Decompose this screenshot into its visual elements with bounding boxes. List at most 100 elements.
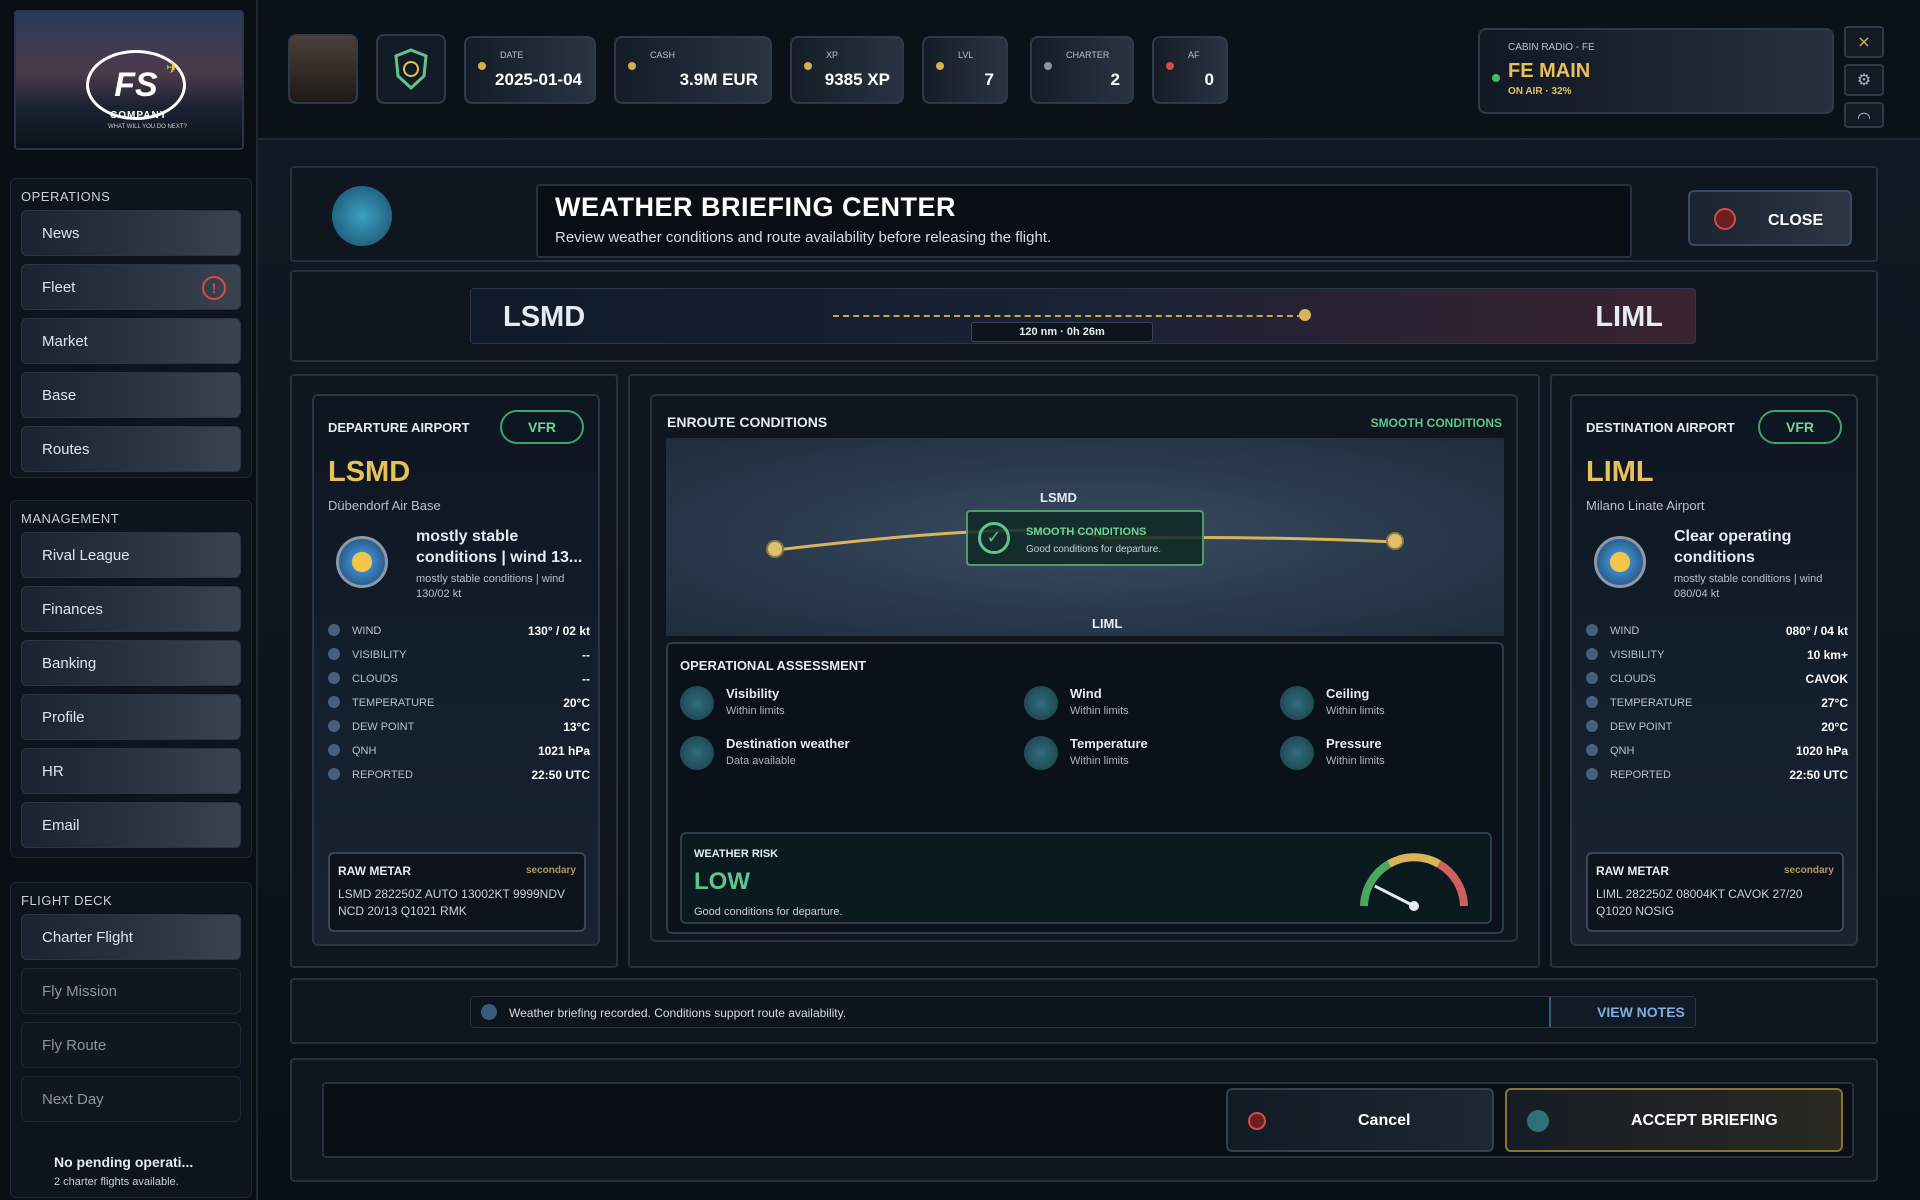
avatar[interactable] [288, 34, 358, 104]
gear-icon: ⚙ [1856, 70, 1872, 89]
sidebar-item-base[interactable]: Base [21, 372, 241, 418]
view-notes-label: VIEW NOTES [1597, 1004, 1685, 1020]
sidebar-item-fly-mission[interactable]: Fly Mission [21, 968, 241, 1014]
operational-assessment: OPERATIONAL ASSESSMENT Visibility Within … [666, 642, 1504, 934]
globe-icon [481, 1004, 497, 1020]
weather-row-wind: Wind 130° / 02 kt [328, 622, 590, 642]
radar-icon [680, 736, 714, 770]
radio-status: ON AIR · 32% [1508, 86, 1572, 97]
row-label: Clouds [352, 673, 398, 685]
close-button[interactable]: CLOSE [1688, 190, 1852, 246]
stat-charter: CHARTER 2 [1030, 36, 1134, 104]
user-button[interactable]: ◠ [1844, 102, 1884, 128]
route-aircraft-marker [1299, 309, 1311, 321]
row-value: 13°C [563, 720, 590, 734]
section-title: FLIGHT DECK [21, 893, 113, 908]
sidebar-item-fly-route[interactable]: Fly Route [21, 1022, 241, 1068]
settings-button[interactable]: ⚙ [1844, 64, 1884, 96]
row-value: 20°C [1821, 720, 1848, 734]
row-label: Temperature [1610, 697, 1693, 709]
stat-label: DATE [500, 50, 524, 60]
sidebar-item-finances[interactable]: Finances [21, 586, 241, 632]
route-map[interactable]: LSMD LIML ✓ SMOOTH CONDITIONS Good condi… [666, 438, 1504, 636]
stat-label: CASH [650, 50, 676, 60]
assessment-item: Temperature Within limits [1024, 734, 1244, 774]
sidebar-item-profile[interactable]: Profile [21, 694, 241, 740]
weather-row-dew-point: Dew point 20°C [1586, 718, 1848, 738]
metar-text: LIML 282250Z 08004KT CAVOK 27/20 Q1020 N… [1596, 887, 1803, 918]
satellite-dish-icon [332, 186, 392, 246]
map-label-departure: LSMD [1040, 490, 1077, 505]
weather-row-clouds: Clouds -- [328, 670, 590, 690]
row-value: -- [582, 648, 590, 662]
weather-row-visibility: Visibility -- [328, 646, 590, 666]
assessment-item: Pressure Within limits [1280, 734, 1500, 774]
stat-date: DATE 2025-01-04 [464, 36, 596, 104]
close-window-button[interactable]: × [1844, 26, 1884, 58]
clock-icon [1586, 768, 1598, 780]
sidebar-item-routes[interactable]: Routes [21, 426, 241, 472]
sidebar-item-market[interactable]: Market [21, 318, 241, 364]
droplet-icon [1586, 720, 1598, 732]
company-logo[interactable]: FS ✈ COMPANY WHAT WILL YOU DO NEXT? [14, 10, 244, 150]
shield-icon[interactable] [376, 34, 446, 104]
stat-level: LVL 7 [922, 36, 1008, 104]
sidebar-item-charter-flight[interactable]: Charter Flight [21, 914, 241, 960]
view-notes-button[interactable]: VIEW NOTES [1549, 997, 1695, 1027]
metar-tag: secondary [1783, 865, 1834, 876]
weather-row-qnh: QNH 1020 hPa [1586, 742, 1848, 762]
sidebar-item-rival-league[interactable]: Rival League [21, 532, 241, 578]
row-value: 27°C [1821, 696, 1848, 710]
sidebar-item-label: Market [42, 333, 88, 350]
sidebar-item-label: Next Day [42, 1091, 104, 1108]
close-label: CLOSE [1768, 212, 1824, 229]
close-icon [1714, 208, 1736, 230]
risk-label: WEATHER RISK [694, 848, 779, 860]
sidebar-item-news[interactable]: News [21, 210, 241, 256]
row-label: Reported [1610, 769, 1671, 781]
stat-label: LVL [958, 50, 974, 60]
assessment-label: Pressure [1326, 736, 1382, 751]
assessment-status: Within limits [1326, 705, 1385, 717]
cancel-icon [1248, 1112, 1266, 1130]
radar-icon [1527, 1110, 1549, 1132]
radio-channel: FE MAIN [1508, 60, 1591, 82]
page-subtitle: Review weather conditions and route avai… [555, 229, 1052, 246]
sidebar-item-label: Fly Route [42, 1037, 107, 1054]
bubble-subtitle: Good conditions for departure. [1026, 544, 1162, 555]
assessment-status: Data available [726, 755, 796, 767]
row-value: 1020 hPa [1795, 744, 1848, 758]
sidebar-item-next-day[interactable]: Next Day [21, 1076, 241, 1122]
assessment-item: Wind Within limits [1024, 684, 1244, 724]
risk-value: LOW [694, 868, 750, 895]
weather-risk-box: WEATHER RISK LOW Good conditions for dep… [680, 832, 1492, 924]
row-label: Dew point [352, 721, 415, 733]
logo-company: COMPANY [110, 110, 168, 121]
cloud-icon [328, 672, 340, 684]
assessment-item: Ceiling Within limits [1280, 684, 1500, 724]
accept-briefing-button[interactable]: ACCEPT BRIEFING [1505, 1088, 1843, 1152]
route-departure: LSMD [503, 301, 586, 333]
star-icon [936, 62, 944, 70]
sidebar-item-email[interactable]: Email [21, 802, 241, 848]
user-icon: ◠ [1857, 108, 1871, 127]
weather-row-reported: Reported 22:50 UTC [1586, 766, 1848, 786]
assessment-item: Destination weather Data available [680, 734, 900, 774]
stat-value: 2 [1110, 70, 1120, 89]
assessment-label: Temperature [1070, 736, 1148, 751]
assessment-label: Visibility [726, 686, 780, 701]
weather-row-clouds: Clouds CAVOK [1586, 670, 1848, 690]
enroute-status: SMOOTH CONDITIONS [1370, 416, 1502, 430]
cabin-radio[interactable]: CABIN RADIO - FE FE MAIN ON AIR · 32% [1478, 28, 1834, 114]
assessment-status: Within limits [1070, 755, 1129, 767]
stat-value: 7 [984, 70, 994, 89]
status-dot-icon [628, 62, 636, 70]
sidebar-item-hr[interactable]: HR [21, 748, 241, 794]
sidebar-item-fleet[interactable]: Fleet! [21, 264, 241, 310]
raw-metar-box: RAW METAR secondary LSMD 282250Z AUTO 13… [328, 852, 586, 932]
radar-icon [1024, 686, 1058, 720]
row-label: QNH [352, 745, 377, 757]
row-label: Wind [1610, 625, 1640, 637]
cancel-button[interactable]: Cancel [1226, 1088, 1494, 1152]
sidebar-item-banking[interactable]: Banking [21, 640, 241, 686]
